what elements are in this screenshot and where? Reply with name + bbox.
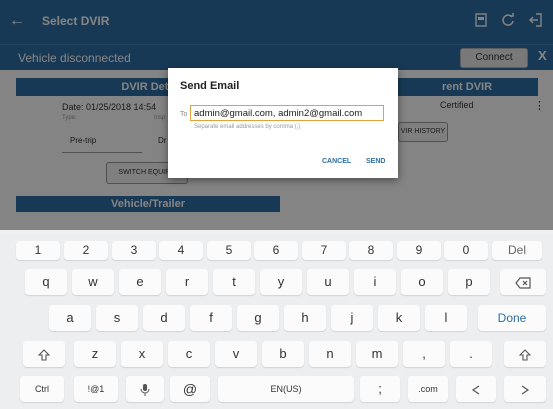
email-to-input[interactable]: admin@gmail.com, admin2@gmail.com xyxy=(190,105,384,121)
key-1[interactable]: 1 xyxy=(16,241,60,260)
key-8[interactable]: 8 xyxy=(349,241,393,260)
key-w[interactable]: w xyxy=(72,269,114,295)
key-z[interactable]: z xyxy=(74,341,116,367)
key-j[interactable]: j xyxy=(331,305,373,331)
key-5[interactable]: 5 xyxy=(207,241,251,260)
del-key[interactable]: Del xyxy=(492,241,542,260)
key-0[interactable]: 0 xyxy=(444,241,488,260)
key-6[interactable]: 6 xyxy=(254,241,298,260)
key-y[interactable]: y xyxy=(260,269,302,295)
key-x[interactable]: x xyxy=(121,341,163,367)
key-comma[interactable]: , xyxy=(403,341,445,367)
dotcom-key[interactable]: .com xyxy=(408,376,448,402)
shift-right-key[interactable] xyxy=(504,341,546,367)
key-f[interactable]: f xyxy=(190,305,232,331)
key-h[interactable]: h xyxy=(284,305,326,331)
key-v[interactable]: v xyxy=(215,341,257,367)
to-label: To xyxy=(180,111,188,118)
key-m[interactable]: m xyxy=(356,341,398,367)
key-c[interactable]: c xyxy=(168,341,210,367)
send-email-dialog: Send Email To admin@gmail.com, admin2@gm… xyxy=(168,68,398,178)
backspace-icon xyxy=(515,276,531,289)
key-period[interactable]: . xyxy=(450,341,492,367)
shift-left-key[interactable] xyxy=(23,341,65,367)
email-hint: Separate email addresses by comma (,) xyxy=(194,124,301,130)
key-2[interactable]: 2 xyxy=(64,241,108,260)
left-arrow-key[interactable] xyxy=(456,376,496,402)
key-4[interactable]: 4 xyxy=(159,241,203,260)
key-r[interactable]: r xyxy=(166,269,208,295)
key-p[interactable]: p xyxy=(448,269,490,295)
done-key[interactable]: Done xyxy=(478,305,546,331)
key-b[interactable]: b xyxy=(262,341,304,367)
right-arrow-key[interactable] xyxy=(504,376,546,402)
microphone-icon xyxy=(140,383,150,396)
key-s[interactable]: s xyxy=(96,305,138,331)
key-g[interactable]: g xyxy=(237,305,279,331)
key-o[interactable]: o xyxy=(401,269,443,295)
key-k[interactable]: k xyxy=(378,305,420,331)
symbols-key[interactable]: !@1 xyxy=(74,376,118,402)
key-i[interactable]: i xyxy=(354,269,396,295)
key-l[interactable]: l xyxy=(425,305,467,331)
key-d[interactable]: d xyxy=(143,305,185,331)
ctrl-key[interactable]: Ctrl xyxy=(20,376,64,402)
key-e[interactable]: e xyxy=(119,269,161,295)
key-7[interactable]: 7 xyxy=(302,241,346,260)
key-a[interactable]: a xyxy=(49,305,91,331)
semicolon-key[interactable]: ; xyxy=(360,376,400,402)
key-9[interactable]: 9 xyxy=(397,241,441,260)
key-q[interactable]: q xyxy=(25,269,67,295)
cancel-button[interactable]: CANCEL xyxy=(322,158,351,165)
key-u[interactable]: u xyxy=(307,269,349,295)
arrow-right-icon xyxy=(521,385,530,395)
key-n[interactable]: n xyxy=(309,341,351,367)
backspace-key[interactable] xyxy=(500,269,546,295)
shift-icon xyxy=(37,348,51,361)
key-3[interactable]: 3 xyxy=(112,241,156,260)
arrow-left-icon xyxy=(471,385,480,395)
key-t[interactable]: t xyxy=(213,269,255,295)
microphone-key[interactable] xyxy=(126,376,164,402)
send-button[interactable]: SEND xyxy=(366,158,385,165)
dialog-title: Send Email xyxy=(180,80,240,92)
space-key[interactable]: EN(US) xyxy=(218,376,354,402)
shift-icon xyxy=(518,348,532,361)
at-key[interactable]: @ xyxy=(170,376,210,402)
